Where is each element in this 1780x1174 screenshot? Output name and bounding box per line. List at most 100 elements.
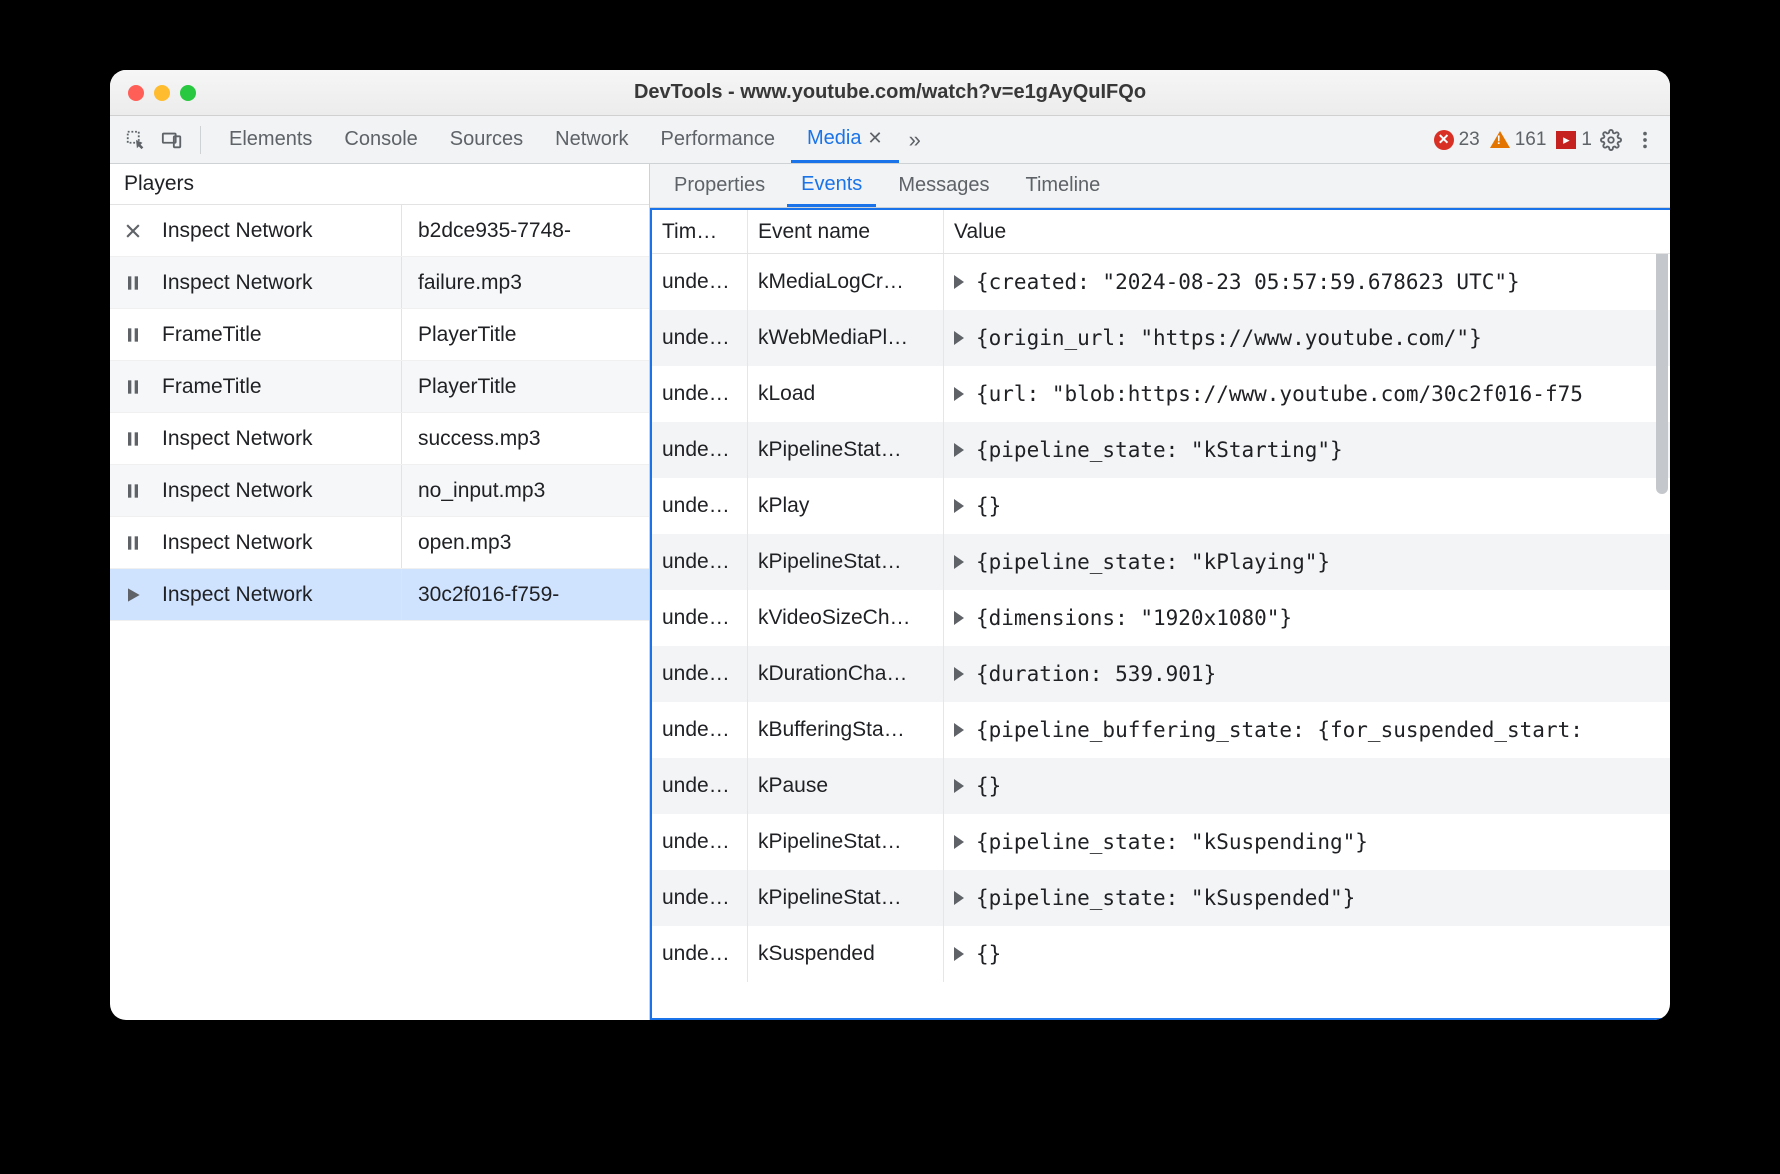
event-value-text: {url: "blob:https://www.youtube.com/30c2… <box>976 382 1583 406</box>
event-value[interactable]: {url: "blob:https://www.youtube.com/30c2… <box>944 366 1670 422</box>
disclosure-triangle-icon[interactable] <box>954 779 964 793</box>
more-options-button[interactable] <box>1630 125 1660 155</box>
event-name: kPipelineStat… <box>748 422 944 478</box>
event-value-text: {} <box>976 942 1001 966</box>
player-row[interactable]: Inspect Networkb2dce935-7748- <box>110 205 649 257</box>
event-timestamp: unde… <box>652 814 748 870</box>
tab-performance[interactable]: Performance <box>645 116 792 163</box>
event-value[interactable]: {created: "2024-08-23 05:57:59.678623 UT… <box>944 254 1670 310</box>
event-row[interactable]: unde…kPipelineStat…{pipeline_state: "kSt… <box>652 422 1670 478</box>
event-row[interactable]: unde…kSuspended{} <box>652 926 1670 982</box>
event-value[interactable]: {} <box>944 758 1670 814</box>
issues-counter[interactable]: ▸ 1 <box>1556 129 1592 151</box>
devtools-window: DevTools - www.youtube.com/watch?v=e1gAy… <box>110 70 1670 1020</box>
event-value-text: {pipeline_state: "kStarting"} <box>976 438 1343 462</box>
event-value[interactable]: {pipeline_state: "kSuspending"} <box>944 814 1670 870</box>
event-row[interactable]: unde…kPipelineStat…{pipeline_state: "kSu… <box>652 814 1670 870</box>
column-header-value[interactable]: Value <box>944 210 1670 253</box>
issues-count: 1 <box>1581 129 1592 151</box>
warnings-count: 161 <box>1515 129 1547 151</box>
event-value[interactable]: {pipeline_state: "kSuspended"} <box>944 870 1670 926</box>
event-row[interactable]: unde…kPipelineStat…{pipeline_state: "kPl… <box>652 534 1670 590</box>
warnings-counter[interactable]: 161 <box>1490 129 1547 151</box>
close-tab-icon[interactable]: ✕ <box>867 128 882 149</box>
disclosure-triangle-icon[interactable] <box>954 555 964 569</box>
event-value-text: {duration: 539.901} <box>976 662 1216 686</box>
disclosure-triangle-icon[interactable] <box>954 835 964 849</box>
vertical-scrollbar[interactable] <box>1656 214 1668 494</box>
tab-network[interactable]: Network <box>539 116 644 163</box>
event-value-text: {} <box>976 774 1001 798</box>
event-timestamp: unde… <box>652 366 748 422</box>
close-window-button[interactable] <box>128 85 144 101</box>
subtab-messages[interactable]: Messages <box>884 164 1003 207</box>
event-row[interactable]: unde…kWebMediaPl…{origin_url: "https://w… <box>652 310 1670 366</box>
subtab-events[interactable]: Events <box>787 164 876 207</box>
event-value[interactable]: {duration: 539.901} <box>944 646 1670 702</box>
settings-button[interactable] <box>1596 125 1626 155</box>
event-value[interactable]: {origin_url: "https://www.youtube.com/"} <box>944 310 1670 366</box>
disclosure-triangle-icon[interactable] <box>954 723 964 737</box>
event-row[interactable]: unde…kMediaLogCr…{created: "2024-08-23 0… <box>652 254 1670 310</box>
tab-console[interactable]: Console <box>328 116 433 163</box>
more-tabs-button[interactable]: » <box>903 127 927 153</box>
events-grid[interactable]: Tim…Event nameValueunde…kMediaLogCr…{cre… <box>650 208 1670 1020</box>
tab-label: Console <box>344 128 417 151</box>
player-row[interactable]: Inspect Networkno_input.mp3 <box>110 465 649 517</box>
subtab-properties[interactable]: Properties <box>660 164 779 207</box>
disclosure-triangle-icon[interactable] <box>954 443 964 457</box>
inspect-element-icon[interactable] <box>120 124 152 156</box>
subtab-timeline[interactable]: Timeline <box>1011 164 1114 207</box>
player-row[interactable]: Inspect Network30c2f016-f759- <box>110 569 649 621</box>
detail-panel: PropertiesEventsMessagesTimeline Tim…Eve… <box>650 164 1670 1020</box>
device-toolbar-icon[interactable] <box>156 124 188 156</box>
minimize-window-button[interactable] <box>154 85 170 101</box>
player-row[interactable]: Inspect Networkopen.mp3 <box>110 517 649 569</box>
player-title: PlayerTitle <box>402 375 649 399</box>
event-row[interactable]: unde…kLoad{url: "blob:https://www.youtub… <box>652 366 1670 422</box>
column-header-ts[interactable]: Tim… <box>652 210 748 253</box>
player-row[interactable]: Inspect Networkfailure.mp3 <box>110 257 649 309</box>
event-value[interactable]: {} <box>944 478 1670 534</box>
disclosure-triangle-icon[interactable] <box>954 499 964 513</box>
tab-media[interactable]: Media✕ <box>791 116 899 163</box>
disclosure-triangle-icon[interactable] <box>954 275 964 289</box>
column-header-name[interactable]: Event name <box>748 210 944 253</box>
event-timestamp: unde… <box>652 870 748 926</box>
event-row[interactable]: unde…kVideoSizeCh…{dimensions: "1920x108… <box>652 590 1670 646</box>
player-row[interactable]: Inspect Networksuccess.mp3 <box>110 413 649 465</box>
event-value[interactable]: {pipeline_state: "kPlaying"} <box>944 534 1670 590</box>
event-row[interactable]: unde…kPlay{} <box>652 478 1670 534</box>
player-frame: Inspect Network <box>156 517 402 568</box>
window-controls <box>128 85 196 101</box>
event-row[interactable]: unde…kPipelineStat…{pipeline_state: "kSu… <box>652 870 1670 926</box>
warning-icon <box>1490 131 1510 148</box>
disclosure-triangle-icon[interactable] <box>954 387 964 401</box>
event-value[interactable]: {pipeline_state: "kStarting"} <box>944 422 1670 478</box>
titlebar: DevTools - www.youtube.com/watch?v=e1gAy… <box>110 70 1670 116</box>
disclosure-triangle-icon[interactable] <box>954 331 964 345</box>
tab-label: Performance <box>661 128 776 151</box>
disclosure-triangle-icon[interactable] <box>954 667 964 681</box>
event-timestamp: unde… <box>652 478 748 534</box>
event-row[interactable]: unde…kPause{} <box>652 758 1670 814</box>
zoom-window-button[interactable] <box>180 85 196 101</box>
disclosure-triangle-icon[interactable] <box>954 891 964 905</box>
disclosure-triangle-icon[interactable] <box>954 611 964 625</box>
close-icon <box>110 221 156 241</box>
tab-elements[interactable]: Elements <box>213 116 328 163</box>
player-row[interactable]: FrameTitlePlayerTitle <box>110 361 649 413</box>
events-header-row: Tim…Event nameValue <box>652 210 1670 254</box>
player-frame: Inspect Network <box>156 465 402 516</box>
player-row[interactable]: FrameTitlePlayerTitle <box>110 309 649 361</box>
player-frame: FrameTitle <box>156 361 402 412</box>
event-value[interactable]: {} <box>944 926 1670 982</box>
tab-sources[interactable]: Sources <box>434 116 539 163</box>
disclosure-triangle-icon[interactable] <box>954 947 964 961</box>
errors-counter[interactable]: ✕ 23 <box>1434 129 1480 151</box>
event-timestamp: unde… <box>652 758 748 814</box>
event-row[interactable]: unde…kDurationCha…{duration: 539.901} <box>652 646 1670 702</box>
event-value[interactable]: {dimensions: "1920x1080"} <box>944 590 1670 646</box>
event-value[interactable]: {pipeline_buffering_state: {for_suspende… <box>944 702 1670 758</box>
event-row[interactable]: unde…kBufferingSta…{pipeline_buffering_s… <box>652 702 1670 758</box>
